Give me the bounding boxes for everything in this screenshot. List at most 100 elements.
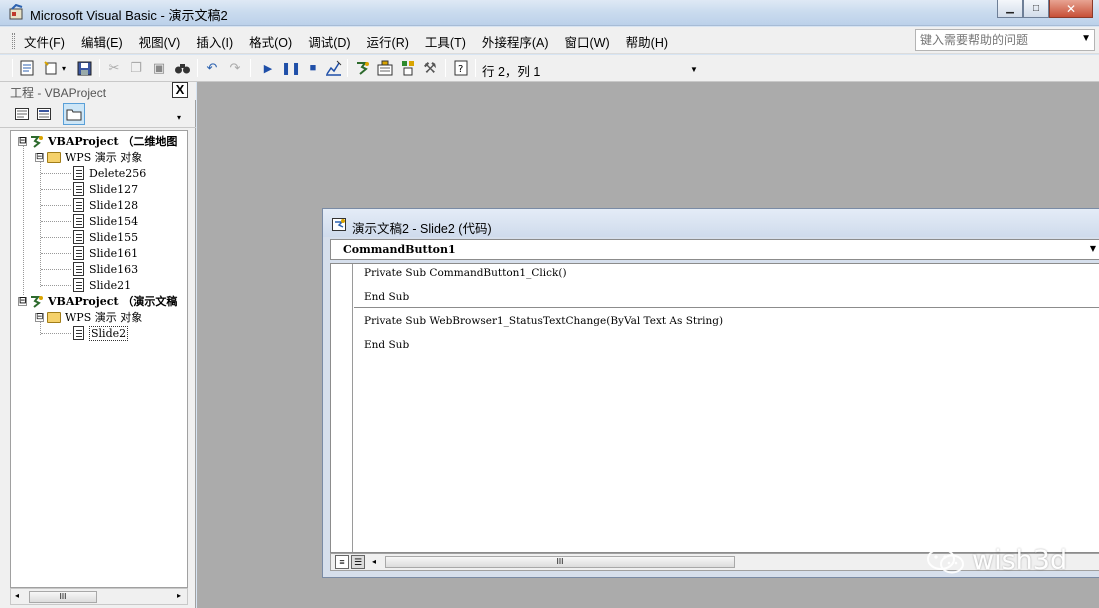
paste-icon[interactable]: ▣ [149, 58, 169, 78]
tree-slide-node[interactable]: Slide154 [71, 213, 138, 229]
find-icon[interactable] [172, 58, 192, 78]
code-window-titlebar[interactable]: 演示文稿2 - Slide2 (代码) [323, 209, 1099, 237]
menu-help[interactable]: 帮助(H) [618, 32, 676, 51]
view-excel-icon[interactable] [17, 58, 37, 78]
project-explorer-close-button[interactable]: X [172, 82, 188, 98]
design-mode-icon[interactable] [323, 58, 343, 78]
copy-icon[interactable]: ❐ [126, 58, 146, 78]
help-dropdown-icon[interactable]: ▼ [1081, 33, 1091, 44]
toolbar-more-icon[interactable]: ▾ [177, 113, 181, 122]
tree-project-node[interactable]: ⊟ VBAProject （演示文稿 [18, 293, 177, 309]
cursor-position-label: 行 2，列 1 [482, 65, 541, 79]
document-icon [71, 278, 85, 292]
tree-slide-node[interactable]: Slide161 [71, 245, 138, 261]
menu-file[interactable]: 文件(F) [16, 32, 73, 51]
menu-addins[interactable]: 外接程序(A) [474, 32, 557, 51]
code-line[interactable]: Private Sub CommandButton1_Click() [364, 267, 567, 279]
menu-grip[interactable] [12, 33, 15, 49]
code-text[interactable]: Private Sub CommandButton1_Click() End S… [354, 264, 1099, 552]
toolbox-icon[interactable]: ⚒ [420, 58, 440, 78]
scroll-right-icon[interactable]: ▸ [177, 591, 181, 600]
toggle-folders-icon[interactable] [63, 103, 85, 125]
object-dropdown[interactable]: CommandButton1 ▼ [330, 239, 1099, 260]
collapse-icon[interactable]: ⊟ [18, 136, 27, 146]
project-tree-scrollbar[interactable]: ◂ III ▸ [10, 588, 188, 605]
code-editor[interactable]: Private Sub CommandButton1_Click() End S… [330, 263, 1099, 553]
code-line[interactable]: End Sub [364, 339, 409, 351]
menu-window[interactable]: 窗口(W) [557, 32, 618, 51]
object-browser-icon[interactable] [398, 58, 418, 78]
menu-format[interactable]: 格式(O) [241, 32, 300, 51]
tree-folder-node[interactable]: ⊟ WPS 演示 对象 [35, 309, 142, 325]
chevron-down-icon[interactable]: ▼ [1090, 244, 1096, 253]
view-object-icon[interactable] [35, 105, 53, 123]
menu-run[interactable]: 运行(R) [359, 32, 417, 51]
full-module-view-icon[interactable]: ☰ [351, 555, 365, 569]
tree-slide-node[interactable]: Slide21 [71, 277, 131, 293]
insert-module-icon[interactable] [41, 58, 61, 78]
tree-slide-node[interactable]: Slide127 [71, 181, 138, 197]
menu-list: 文件(F) 编辑(E) 视图(V) 插入(I) 格式(O) 调试(D) 运行(R… [16, 32, 676, 51]
tree-slide-node[interactable]: Slide128 [71, 197, 138, 213]
document-icon [71, 246, 85, 260]
tree-node-label: Slide161 [89, 246, 139, 260]
view-code-icon[interactable] [13, 105, 31, 123]
tree-slide-node[interactable]: Slide155 [71, 229, 138, 245]
collapse-icon[interactable]: ⊟ [35, 312, 44, 322]
project-explorer-pane: 工程 - VBAProject X ▾ ⊟ VBAProject （二维地图 ⊟… [0, 82, 196, 608]
scroll-left-icon[interactable]: ◂ [372, 557, 376, 566]
collapse-icon[interactable]: ⊟ [18, 296, 27, 306]
tree-slide-node-selected[interactable]: Slide2 [71, 325, 129, 341]
menu-insert[interactable]: 插入(I) [188, 32, 241, 51]
vba-project-icon [30, 134, 44, 148]
project-explorer-icon[interactable] [353, 58, 373, 78]
menu-debug[interactable]: 调试(D) [300, 32, 358, 51]
toolbar-separator [197, 59, 198, 77]
toolbar-options-icon[interactable]: ▼ [690, 65, 698, 74]
undo-icon[interactable]: ↶ [202, 58, 222, 78]
document-icon [71, 198, 85, 212]
tree-folder-node[interactable]: ⊟ WPS 演示 对象 [35, 149, 142, 165]
tree-node-label: Slide21 [89, 278, 132, 292]
redo-icon[interactable]: ↷ [225, 58, 245, 78]
code-line[interactable]: End Sub [364, 291, 409, 303]
close-button[interactable]: ✕ [1049, 0, 1093, 18]
properties-icon[interactable] [375, 58, 395, 78]
tree-project-node[interactable]: ⊟ VBAProject （二维地图 [18, 133, 177, 149]
maximize-button[interactable]: □ [1023, 0, 1049, 18]
tree-node-label: Slide154 [89, 214, 139, 228]
document-icon [71, 326, 85, 340]
help-search-input[interactable] [916, 30, 1066, 50]
tree-slide-node[interactable]: Delete256 [71, 165, 146, 181]
reset-icon[interactable]: ■ [303, 58, 323, 78]
folder-icon [47, 310, 61, 324]
help-icon[interactable]: ? [451, 58, 471, 78]
tree-node-label: Slide127 [89, 182, 139, 196]
procedure-separator [354, 307, 1099, 308]
menu-tools[interactable]: 工具(T) [417, 32, 474, 51]
scroll-left-icon[interactable]: ◂ [15, 591, 19, 600]
collapse-icon[interactable]: ⊟ [35, 152, 44, 162]
cut-icon[interactable]: ✂ [104, 58, 124, 78]
minimize-button[interactable]: ▁ [997, 0, 1023, 18]
code-line[interactable]: Private Sub WebBrowser1_StatusTextChange… [364, 315, 723, 327]
scroll-thumb[interactable]: III [385, 556, 735, 568]
run-icon[interactable]: ▶ [258, 58, 278, 78]
toolbar-grip[interactable] [12, 59, 13, 77]
tree-node-label: Slide128 [89, 198, 139, 212]
vba-project-icon [30, 294, 44, 308]
scroll-thumb[interactable]: III [29, 591, 97, 603]
menu-edit[interactable]: 编辑(E) [73, 32, 131, 51]
help-search-box: ▼ [915, 29, 1095, 51]
break-icon[interactable]: ❚❚ [281, 58, 301, 78]
tree-connector [41, 285, 71, 286]
code-margin[interactable] [331, 264, 353, 552]
title-bar: Microsoft Visual Basic - 演示文稿2 ▁ □ ✕ [0, 0, 1099, 26]
project-tree: ⊟ VBAProject （二维地图 ⊟ WPS 演示 对象 Delete256… [10, 130, 188, 588]
svg-text:?: ? [458, 64, 463, 75]
insert-dropdown-icon[interactable]: ▾ [59, 58, 69, 78]
save-icon[interactable] [74, 58, 94, 78]
menu-view[interactable]: 视图(V) [131, 32, 189, 51]
tree-slide-node[interactable]: Slide163 [71, 261, 138, 277]
procedure-view-icon[interactable]: ≡ [335, 555, 349, 569]
